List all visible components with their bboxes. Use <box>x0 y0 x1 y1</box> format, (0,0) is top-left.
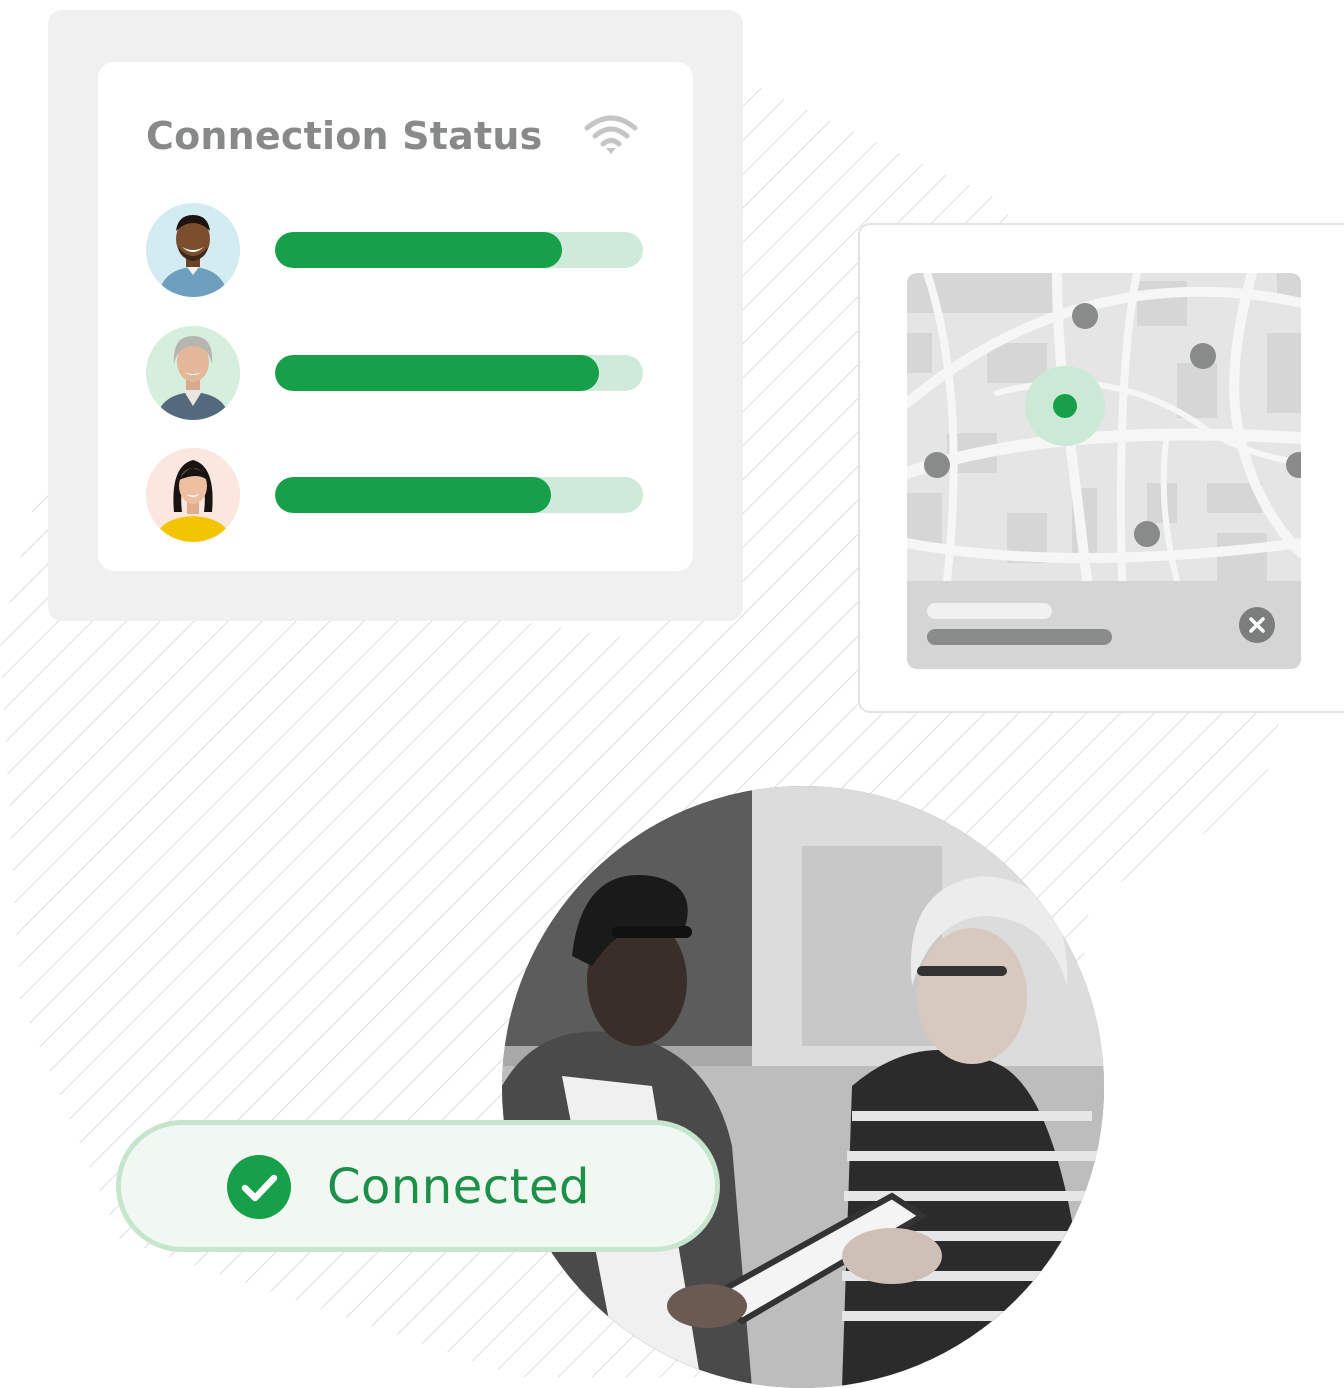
info-text-placeholder-primary <box>927 603 1052 619</box>
connection-strength-track <box>275 232 643 268</box>
wifi-icon <box>584 115 638 154</box>
connection-status-title: Connection Status <box>146 114 543 158</box>
connected-label: Connected <box>327 1159 590 1215</box>
connection-strength-track <box>275 477 643 513</box>
current-location-pin <box>1053 394 1077 418</box>
caregiver-patient-photo <box>502 786 1104 1388</box>
avatar-woman-gray-hair <box>146 326 240 420</box>
street-map[interactable] <box>907 273 1301 581</box>
connection-strength-fill <box>275 477 551 513</box>
avatar-man-smiling <box>146 203 240 297</box>
info-text-placeholder-secondary <box>927 629 1112 645</box>
connection-strength-fill <box>275 355 599 391</box>
user-connection-row <box>146 448 646 544</box>
user-connection-row <box>146 203 646 299</box>
check-circle-icon <box>227 1155 291 1219</box>
connected-status-badge: Connected <box>116 1120 720 1252</box>
connection-status-card: Connection Status <box>48 10 743 621</box>
map-card <box>858 223 1344 713</box>
close-icon[interactable] <box>1239 607 1275 643</box>
map-info-bar <box>907 581 1301 669</box>
map-area[interactable] <box>907 273 1301 669</box>
avatar-woman-yellow-top <box>146 448 240 542</box>
connection-strength-track <box>275 355 643 391</box>
connection-strength-fill <box>275 232 563 268</box>
user-connection-row <box>146 326 646 422</box>
connection-status-panel: Connection Status <box>98 62 693 571</box>
